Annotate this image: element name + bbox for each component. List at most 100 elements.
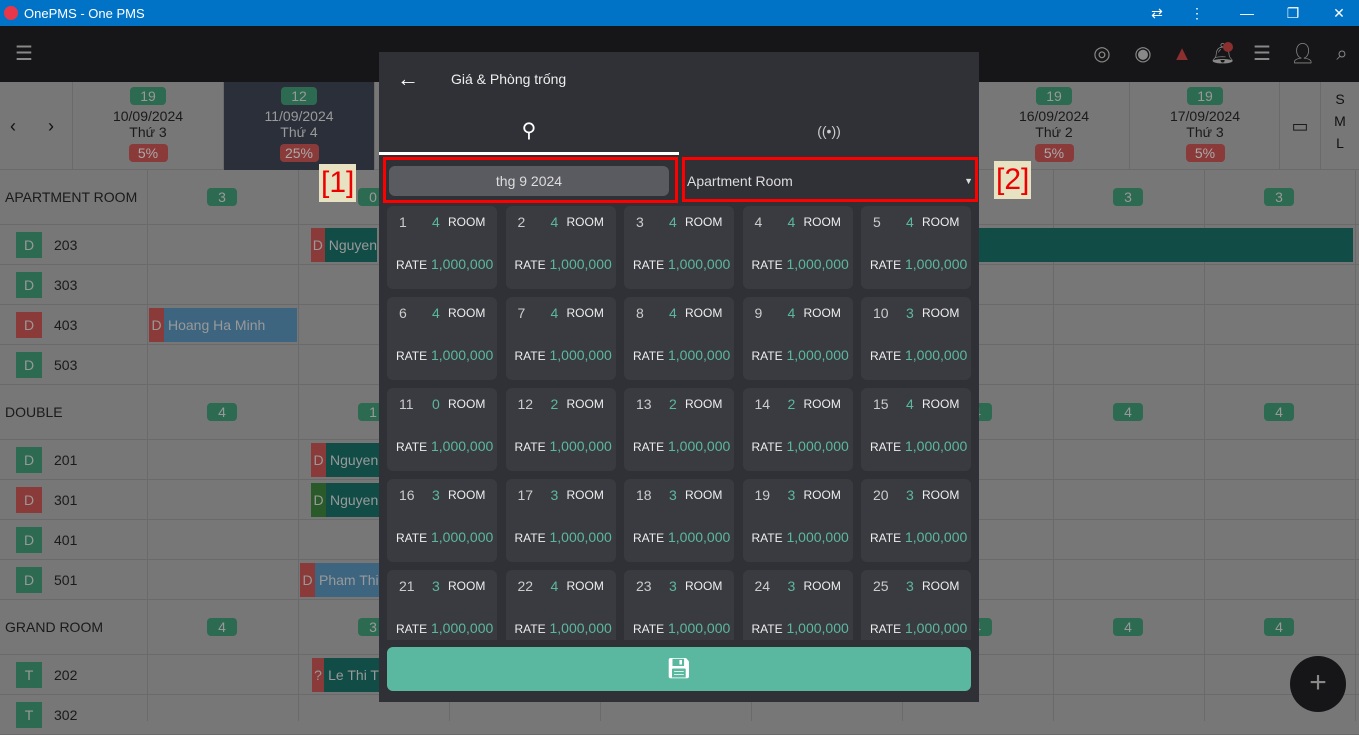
day-card[interactable]: 12 2 ROOM RATE 1,000,000 (505, 388, 616, 471)
rate-value[interactable]: 1,000,000 (431, 620, 493, 636)
day-card[interactable]: 15 4 ROOM RATE 1,000,000 (861, 388, 971, 471)
booking-bar[interactable]: D Nguyen (311, 443, 379, 477)
day-card[interactable]: 24 3 ROOM RATE 1,000,000 (742, 570, 853, 640)
date-column[interactable]: 19 16/09/2024 Thứ 2 5% (978, 82, 1129, 170)
radar-icon[interactable]: ◎ (1090, 42, 1114, 66)
day-card[interactable]: 4 4 ROOM RATE 1,000,000 (742, 206, 853, 289)
next-icon[interactable]: › (48, 116, 54, 137)
room-status-tag[interactable]: D (16, 487, 42, 513)
booking-bar[interactable]: ? Le Thi T (312, 658, 379, 692)
day-card[interactable]: 21 3 ROOM RATE 1,000,000 (387, 570, 497, 640)
day-card[interactable]: 6 4 ROOM RATE 1,000,000 (387, 297, 497, 380)
room-status-tag[interactable]: D (16, 567, 42, 593)
date-column[interactable]: 19 10/09/2024 Thứ 3 5% (72, 82, 223, 170)
rate-value[interactable]: 1,000,000 (550, 438, 612, 454)
booking-bar[interactable]: D Nguyen (311, 483, 379, 517)
room-status-tag[interactable]: D (16, 447, 42, 473)
size-m[interactable]: M (1321, 110, 1359, 132)
room-status-tag[interactable]: D (16, 272, 42, 298)
booking-bar[interactable]: D Nguyen (311, 228, 377, 262)
day-number: 21 (399, 578, 415, 594)
booking-bar[interactable]: D Hoang Ha Minh (149, 308, 297, 342)
day-card[interactable]: 5 4 ROOM RATE 1,000,000 (861, 206, 971, 289)
room-number: 201 (54, 452, 78, 468)
tab-rates[interactable]: ⚲ (379, 107, 679, 155)
back-arrow-icon[interactable]: ← (397, 66, 419, 92)
room-label: ROOM (685, 215, 723, 229)
calendar-icon[interactable]: ▭ (1279, 82, 1320, 170)
rate-value[interactable]: 1,000,000 (905, 256, 967, 272)
rate-value[interactable]: 1,000,000 (905, 620, 967, 636)
date-column[interactable]: 12 11/09/2024 Thứ 4 25% (223, 82, 374, 170)
room-status-tag[interactable]: D (16, 352, 42, 378)
prev-icon[interactable]: ‹ (10, 116, 16, 137)
close-button[interactable]: ✕ (1316, 0, 1359, 26)
minimize-button[interactable]: — (1224, 0, 1270, 26)
day-card[interactable]: 25 3 ROOM RATE 1,000,000 (861, 570, 971, 640)
rate-value[interactable]: 1,000,000 (668, 256, 730, 272)
day-card[interactable]: 22 4 ROOM RATE 1,000,000 (505, 570, 616, 640)
rate-value[interactable]: 1,000,000 (431, 256, 493, 272)
day-card[interactable]: 17 3 ROOM RATE 1,000,000 (505, 479, 616, 562)
rate-value[interactable]: 1,000,000 (550, 256, 612, 272)
day-card[interactable]: 2 4 ROOM RATE 1,000,000 (505, 206, 616, 289)
day-card[interactable]: 7 4 ROOM RATE 1,000,000 (505, 297, 616, 380)
search-icon[interactable]: ⌕ (1330, 42, 1354, 66)
day-card[interactable]: 16 3 ROOM RATE 1,000,000 (387, 479, 497, 562)
warning-icon[interactable]: ▲ (1170, 42, 1194, 66)
day-card[interactable]: 11 0 ROOM RATE 1,000,000 (387, 388, 497, 471)
rate-value[interactable]: 1,000,000 (905, 529, 967, 545)
rate-value[interactable]: 1,000,000 (905, 438, 967, 454)
rate-value[interactable]: 1,000,000 (550, 529, 612, 545)
rate-value[interactable]: 1,000,000 (905, 347, 967, 363)
rate-value[interactable]: 1,000,000 (787, 347, 849, 363)
day-number: 24 (754, 578, 771, 594)
date-column[interactable]: 19 17/09/2024 Thứ 3 5% (1129, 82, 1280, 170)
room-status-tag[interactable]: T (16, 702, 42, 728)
save-button[interactable]: 💾︎ (387, 647, 971, 691)
rate-value[interactable]: 1,000,000 (787, 529, 849, 545)
rooms-available: 4 (550, 305, 559, 321)
day-card[interactable]: 18 3 ROOM RATE 1,000,000 (624, 479, 734, 562)
day-card[interactable]: 9 4 ROOM RATE 1,000,000 (742, 297, 853, 380)
room-status-tag[interactable]: T (16, 662, 42, 688)
rate-value[interactable]: 1,000,000 (787, 438, 849, 454)
room-status-tag[interactable]: D (16, 527, 42, 553)
restore-button[interactable]: ❐ (1270, 0, 1316, 26)
menu-icon[interactable]: ☰ (12, 42, 36, 66)
day-card[interactable]: 14 2 ROOM RATE 1,000,000 (742, 388, 853, 471)
tab-channels[interactable]: ((•)) (679, 107, 979, 155)
add-fab-button[interactable]: + (1290, 656, 1346, 712)
room-number: 501 (54, 572, 78, 588)
more-icon[interactable]: ⋮ (1174, 0, 1220, 26)
size-l[interactable]: L (1321, 132, 1359, 154)
booking-bar-continuation[interactable] (978, 228, 1353, 262)
rate-value[interactable]: 1,000,000 (550, 620, 612, 636)
rate-value[interactable]: 1,000,000 (431, 529, 493, 545)
day-card[interactable]: 3 4 ROOM RATE 1,000,000 (624, 206, 734, 289)
size-s[interactable]: S (1321, 88, 1359, 110)
add-user-icon[interactable]: 👤︎ (1290, 42, 1315, 66)
day-card[interactable]: 23 3 ROOM RATE 1,000,000 (624, 570, 734, 640)
room-status-tag[interactable]: D (16, 312, 42, 338)
rate-value[interactable]: 1,000,000 (550, 347, 612, 363)
day-card[interactable]: 13 2 ROOM RATE 1,000,000 (624, 388, 734, 471)
day-card[interactable]: 1 4 ROOM RATE 1,000,000 (387, 206, 497, 289)
eye-icon[interactable]: ◉ (1131, 42, 1155, 66)
day-card[interactable]: 19 3 ROOM RATE 1,000,000 (742, 479, 853, 562)
rate-value[interactable]: 1,000,000 (431, 347, 493, 363)
rate-value[interactable]: 1,000,000 (668, 529, 730, 545)
day-number: 5 (873, 214, 881, 230)
booking-bar[interactable]: D Pham Thi (300, 563, 379, 597)
day-card[interactable]: 10 3 ROOM RATE 1,000,000 (861, 297, 971, 380)
rate-value[interactable]: 1,000,000 (431, 438, 493, 454)
rate-value[interactable]: 1,000,000 (668, 620, 730, 636)
rate-value[interactable]: 1,000,000 (668, 347, 730, 363)
rate-value[interactable]: 1,000,000 (787, 256, 849, 272)
room-status-tag[interactable]: D (16, 232, 42, 258)
rate-value[interactable]: 1,000,000 (787, 620, 849, 636)
rate-value[interactable]: 1,000,000 (668, 438, 730, 454)
list-icon[interactable]: ☰ (1250, 42, 1274, 66)
day-card[interactable]: 20 3 ROOM RATE 1,000,000 (861, 479, 971, 562)
day-card[interactable]: 8 4 ROOM RATE 1,000,000 (624, 297, 734, 380)
